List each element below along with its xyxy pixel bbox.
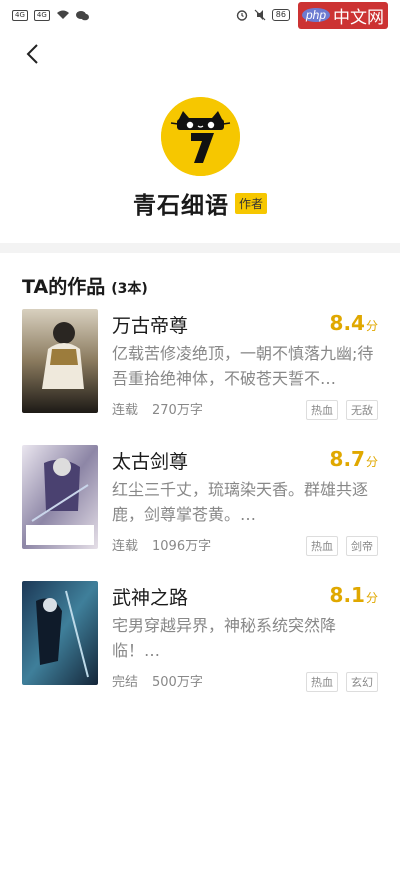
chat-icon: [75, 10, 89, 20]
book-item-1[interactable]: 万古帝尊 8.4分 亿载苦修凌绝顶，一朝不慎落九幽;待吾重拾绝神体，不破苍天誓不…: [22, 309, 378, 423]
watermark: php 中文网: [297, 1, 388, 29]
battery-icon: 86: [271, 9, 290, 21]
book-status: 连载: [112, 403, 139, 418]
book-tags: 热血 无敌: [306, 400, 378, 420]
book-title: 武神之路: [112, 587, 189, 609]
sim2-icon: 4G: [33, 9, 50, 21]
book-cover: [22, 581, 98, 685]
author-name: 青石细语: [132, 193, 229, 219]
book-word-count: 500万字: [152, 675, 203, 690]
wifi-icon: [56, 10, 69, 19]
watermark-php: php: [301, 8, 330, 22]
author-badge: 作者: [234, 192, 267, 214]
back-button[interactable]: [18, 40, 46, 68]
works-count: (3本): [111, 281, 148, 297]
book-meta: 连载 1096万字: [112, 535, 211, 554]
book-score: 8.4分: [329, 311, 378, 335]
book-description: 宅男穿越异界，神秘系统突然降临！…: [112, 616, 337, 660]
works-title: TA的作品: [22, 276, 106, 298]
works-header: TA的作品 (3本): [22, 272, 148, 299]
status-bar: 4G 4G 86 php 中文网: [0, 0, 400, 30]
status-right: 86 php 中文网: [236, 1, 388, 29]
book-tags: 热血 玄幻: [306, 672, 378, 692]
book-tag: 热血: [306, 400, 338, 420]
alarm-icon: [236, 10, 247, 21]
avatar: [161, 97, 240, 176]
chevron-left-icon: [26, 44, 38, 64]
book-score: 8.1分: [329, 583, 378, 607]
book-meta: 完结 500万字: [112, 671, 203, 690]
book-tag: 热血: [306, 536, 338, 556]
book-word-count: 1096万字: [152, 539, 212, 554]
book-title: 万古帝尊: [112, 315, 189, 337]
book-tag: 无敌: [346, 400, 378, 420]
book-tags: 热血 剑帝: [306, 536, 378, 556]
status-left: 4G 4G: [12, 9, 89, 21]
book-tag: 剑帝: [346, 536, 378, 556]
book-item-2[interactable]: 太古剑尊 8.7分 红尘三千丈，琉璃染天香。群雄共逐鹿，剑尊掌苍黄。… 连载 1…: [22, 445, 378, 559]
book-meta: 连载 270万字: [112, 399, 203, 418]
sim1-icon: 4G: [12, 9, 28, 21]
book-tag: 热血: [306, 672, 338, 692]
book-item-3[interactable]: 武神之路 8.1分 宅男穿越异界，神秘系统突然降临！… 完结 500万字 热血 …: [22, 581, 378, 695]
author-row: 青石细语 作者: [0, 186, 400, 220]
book-description: 红尘三千丈，琉璃染天香。群雄共逐鹿，剑尊掌苍黄。…: [112, 480, 369, 524]
book-status: 连载: [112, 539, 139, 554]
book-status: 完结: [112, 675, 139, 690]
book-tag: 玄幻: [346, 672, 378, 692]
book-title: 太古剑尊: [112, 451, 189, 473]
section-divider: [0, 243, 400, 253]
watermark-text: 中文网: [333, 7, 384, 27]
book-description: 亿载苦修凌绝顶，一朝不慎落九幽;待吾重拾绝神体，不破苍天誓不…: [112, 344, 374, 388]
cat-face-7-logo-icon: [161, 97, 240, 176]
book-score: 8.7分: [329, 447, 378, 471]
book-cover: [22, 309, 98, 413]
book-cover: [22, 445, 98, 549]
mute-icon: [254, 9, 266, 21]
book-word-count: 270万字: [152, 403, 203, 418]
